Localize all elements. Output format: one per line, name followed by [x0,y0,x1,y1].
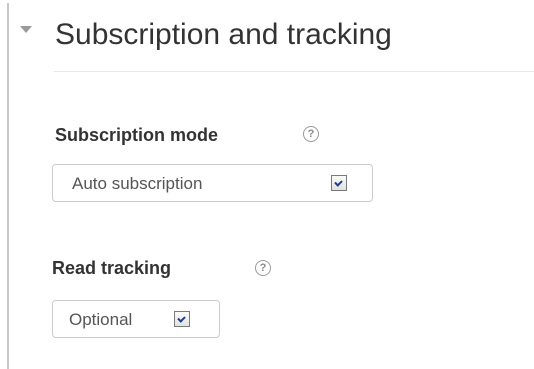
chevron-down-icon[interactable] [174,311,190,327]
read-tracking-select[interactable]: Optional [52,300,220,338]
section-title[interactable]: Subscription and tracking [55,17,392,53]
subscription-mode-help-icon[interactable]: ? [303,126,319,142]
read-tracking-selected-value: Optional [69,310,133,329]
subscription-mode-label: Subscription mode [55,125,219,145]
subscription-mode-selected-value: Auto subscription [72,174,203,193]
chevron-down-icon[interactable] [331,175,347,191]
section-divider [54,71,534,72]
read-tracking-help-icon[interactable]: ? [255,260,271,276]
subscription-tracking-fieldset: Subscription and tracking Subscription m… [0,0,534,369]
fieldset-left-border [7,3,9,369]
read-tracking-label: Read tracking [52,258,172,278]
collapse-triangle-icon[interactable] [20,26,32,33]
subscription-mode-select[interactable]: Auto subscription [52,164,373,202]
